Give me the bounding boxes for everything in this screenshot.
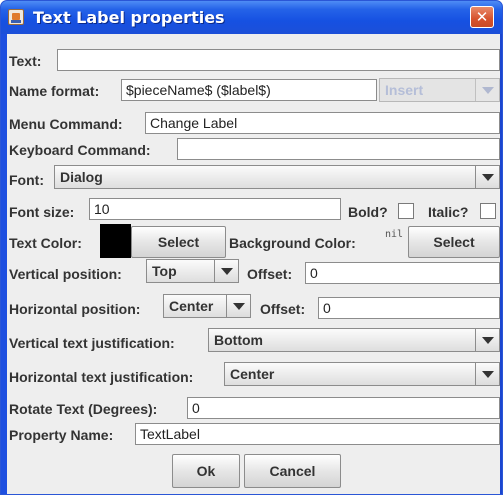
menu-command-field[interactable]: Change Label [145,112,500,134]
vertical-position-dropdown[interactable]: Top [146,259,239,283]
chevron-down-icon [475,79,499,101]
horizontal-offset-label: Offset: [260,301,306,317]
keyboard-command-field[interactable] [177,138,500,160]
vertical-justification-label: Vertical text justification: [9,335,175,351]
font-dropdown-value: Dialog [60,169,103,185]
vertical-offset-field[interactable]: 0 [305,262,500,284]
property-name-field[interactable]: TextLabel [135,423,500,445]
chevron-down-icon [475,363,499,385]
dialog-content: Text: Name format: $pieceName$ ($label$)… [7,34,500,494]
background-color-select-button[interactable]: Select [408,226,500,258]
name-format-label: Name format: [9,83,100,99]
rotate-field[interactable]: 0 [187,397,500,419]
horizontal-position-value: Center [169,298,214,314]
chevron-down-icon [475,166,499,188]
background-color-label: Background Color: [229,235,356,251]
name-format-field[interactable]: $pieceName$ ($label$) [121,79,377,101]
cancel-button[interactable]: Cancel [244,454,341,488]
horizontal-position-dropdown[interactable]: Center [163,294,251,318]
bold-checkbox[interactable] [398,203,414,219]
background-color-swatch: nil [385,229,404,240]
chevron-down-icon [475,329,499,351]
chevron-down-icon [226,295,250,317]
window-title: Text Label properties [33,8,225,27]
vertical-justification-value: Bottom [214,332,263,348]
italic-checkbox[interactable] [480,203,496,219]
horizontal-justification-dropdown[interactable]: Center [224,362,500,386]
text-field[interactable] [57,49,500,71]
horizontal-offset-field[interactable]: 0 [318,297,500,319]
italic-label: Italic? [428,204,469,220]
text-color-label: Text Color: [9,235,82,251]
ok-button[interactable]: Ok [172,454,240,488]
rotate-label: Rotate Text (Degrees): [9,401,158,417]
text-color-swatch [100,224,131,258]
font-dropdown[interactable]: Dialog [54,165,500,189]
vertical-position-value: Top [152,263,177,279]
app-icon [8,9,24,25]
vertical-position-label: Vertical position: [9,266,122,282]
vertical-justification-dropdown[interactable]: Bottom [208,328,500,352]
vertical-offset-label: Offset: [247,266,293,282]
dialog-window: Text Label properties ✕ Text: Name forma… [0,0,503,495]
bold-label: Bold? [348,204,388,220]
horizontal-position-label: Horizontal position: [9,301,141,317]
insert-dropdown[interactable]: Insert [379,78,500,102]
title-bar[interactable]: Text Label properties ✕ [1,1,502,34]
horizontal-justification-value: Center [230,366,275,382]
keyboard-command-label: Keyboard Command: [9,142,151,158]
font-label: Font: [9,172,44,188]
horizontal-justification-label: Horizontal text justification: [9,369,194,385]
text-label: Text: [9,53,42,69]
chevron-down-icon [214,260,238,282]
menu-command-label: Menu Command: [9,116,123,132]
font-size-field[interactable]: 10 [89,198,341,220]
property-name-label: Property Name: [9,427,114,443]
close-button[interactable]: ✕ [470,6,494,28]
insert-dropdown-value: Insert [385,82,424,98]
font-size-label: Font size: [9,204,75,220]
text-color-select-button[interactable]: Select [131,226,226,258]
